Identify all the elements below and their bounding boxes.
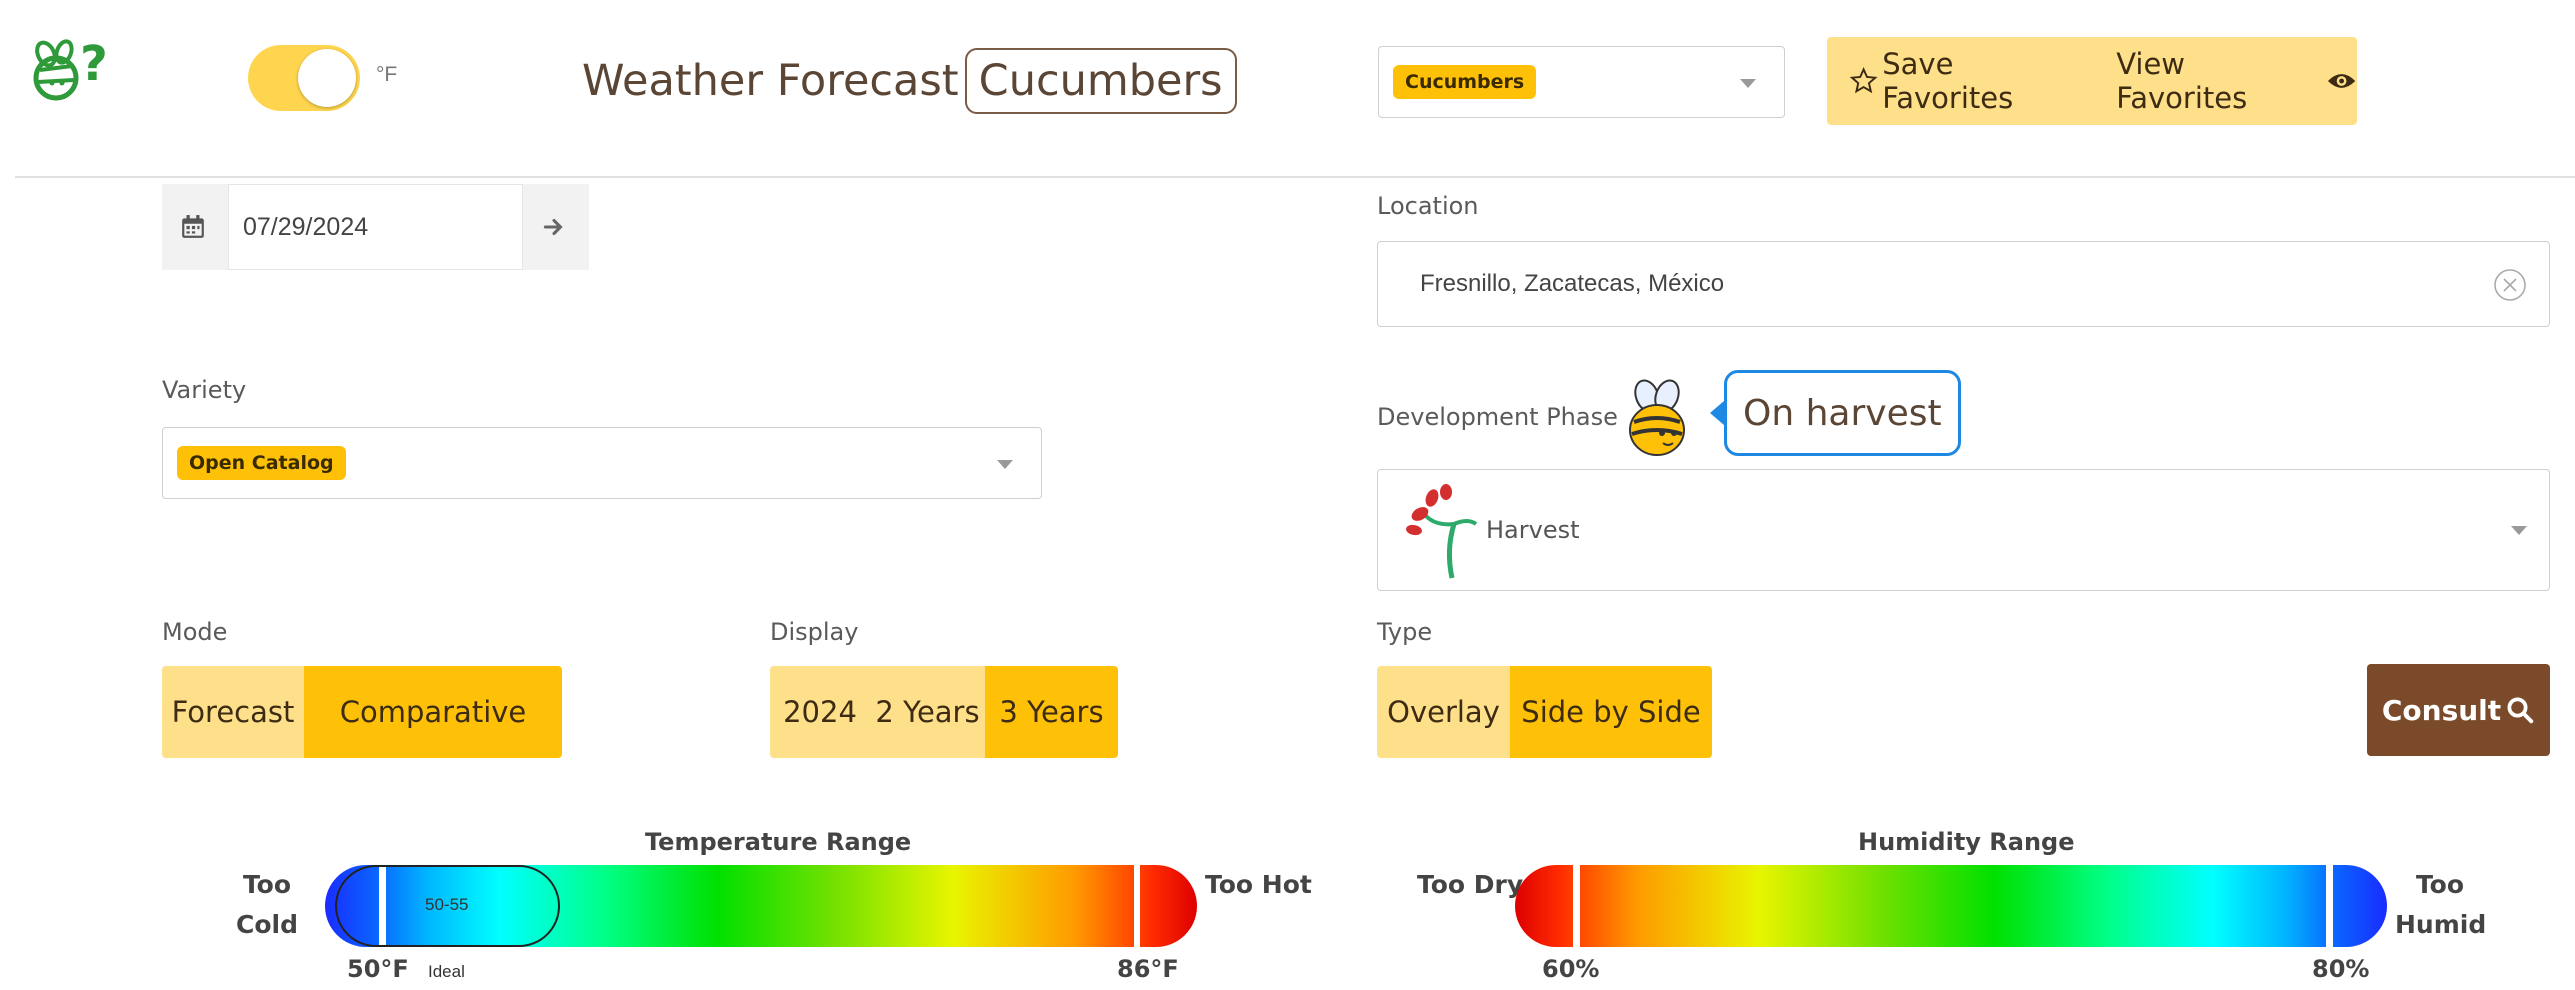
variety-select[interactable]: Open Catalog [162, 427, 1042, 499]
view-favorites-label: View Favorites [2116, 47, 2248, 115]
temperature-max-marker [1134, 865, 1140, 947]
consult-label: Consult [2381, 693, 2502, 727]
arrow-right-icon[interactable] [541, 214, 567, 240]
too-cold-label: Too Cold [232, 865, 302, 945]
chevron-down-icon [1740, 79, 1756, 88]
svg-text:?: ? [80, 38, 108, 92]
ideal-label: Ideal [428, 962, 465, 981]
save-favorites-button[interactable]: Save Favorites [1849, 47, 2088, 115]
mode-toggle-group: Forecast Comparative [162, 666, 562, 758]
too-hot-label: Too Hot [1205, 870, 1312, 899]
app-logo[interactable]: ? [30, 36, 115, 108]
display-label: Display [770, 618, 859, 646]
mode-comparative-button[interactable]: Comparative [304, 666, 562, 758]
mode-forecast-button[interactable]: Forecast [162, 666, 304, 758]
view-favorites-button[interactable]: View Favorites [2116, 47, 2357, 115]
crop-select[interactable]: Cucumbers [1378, 46, 1785, 118]
humidity-max-marker [2326, 865, 2333, 947]
crop-select-chip: Cucumbers [1393, 65, 1537, 99]
ideal-range-highlight: 50-55 [335, 865, 560, 947]
crop-badge: Cucumbers [964, 48, 1237, 114]
eye-icon [2327, 74, 2356, 88]
variety-chip: Open Catalog [177, 446, 346, 480]
phase-label: Development Phase [1377, 403, 1618, 431]
too-humid-label: Too Humid [2395, 865, 2487, 945]
save-favorites-label: Save Favorites [1882, 47, 2014, 115]
favorites-bar: Save Favorites View Favorites [1827, 37, 2357, 125]
date-picker: 07/29/2024 [162, 184, 589, 270]
location-input[interactable]: Fresnillo, Zacatecas, México [1377, 241, 2550, 327]
humidity-max-label: 80% [2312, 955, 2370, 983]
star-outline-icon [1849, 67, 1878, 94]
temperature-range-title: Temperature Range [645, 828, 912, 856]
harvest-flower-icon [1406, 484, 1478, 579]
bee-mascot-icon [1622, 378, 1692, 458]
unit-toggle[interactable] [248, 45, 360, 111]
ideal-range-value: 50-55 [425, 895, 469, 914]
bubble-pointer [1710, 401, 1724, 425]
phase-bubble: On harvest [1710, 370, 1961, 456]
type-toggle-group: Overlay Side by Side [1377, 666, 1712, 758]
display-toggle-group: 2024 2 Years 3 Years [770, 666, 1118, 758]
variety-label: Variety [162, 376, 247, 404]
display-3-years-button[interactable]: 3 Years [985, 666, 1118, 758]
too-cold-line2: Cold [236, 910, 298, 939]
temperature-min-label: 50°F [347, 955, 409, 983]
humidity-gradient-bar [1515, 865, 2387, 947]
humidity-min-marker [1573, 865, 1580, 947]
chevron-down-icon [997, 460, 1013, 469]
clear-icon[interactable] [2493, 268, 2527, 302]
phase-bubble-text: On harvest [1743, 392, 1942, 434]
unit-label: °F [376, 63, 398, 86]
bubble-box: On harvest [1724, 370, 1961, 456]
mode-label: Mode [162, 618, 228, 646]
date-value: 07/29/2024 [243, 212, 369, 241]
humidity-range-title: Humidity Range [1858, 828, 2075, 856]
location-label: Location [1377, 192, 1479, 220]
bee-question-logo-icon: ? [33, 36, 108, 101]
phase-value: Harvest [1486, 516, 1580, 544]
title-text: Weather Forecast [582, 56, 959, 106]
humidity-min-label: 60% [1542, 955, 1600, 983]
too-cold-line1: Too [242, 870, 292, 899]
search-icon [2507, 697, 2534, 724]
too-dry-label: Too Dry [1417, 870, 1524, 899]
calendar-icon [182, 215, 204, 238]
temperature-max-label: 86°F [1117, 955, 1179, 983]
consult-button[interactable]: Consult [2367, 664, 2550, 756]
type-overlay-button[interactable]: Overlay [1377, 666, 1510, 758]
phase-select[interactable]: Harvest [1377, 469, 2550, 591]
page-title: Weather Forecast Cucumbers [582, 48, 1237, 114]
chevron-down-icon [2511, 526, 2527, 535]
toggle-knob [298, 49, 356, 107]
type-label: Type [1377, 618, 1433, 646]
type-side-by-side-button[interactable]: Side by Side [1510, 666, 1712, 758]
date-input[interactable]: 07/29/2024 [228, 184, 523, 270]
too-humid-line2: Humid [2395, 910, 2487, 939]
too-humid-line1: Too [2415, 870, 2465, 899]
location-value: Fresnillo, Zacatecas, México [1420, 270, 1725, 297]
display-2024-button[interactable]: 2024 [770, 666, 870, 758]
header-divider [15, 176, 2575, 178]
display-2-years-button[interactable]: 2 Years [870, 666, 985, 758]
